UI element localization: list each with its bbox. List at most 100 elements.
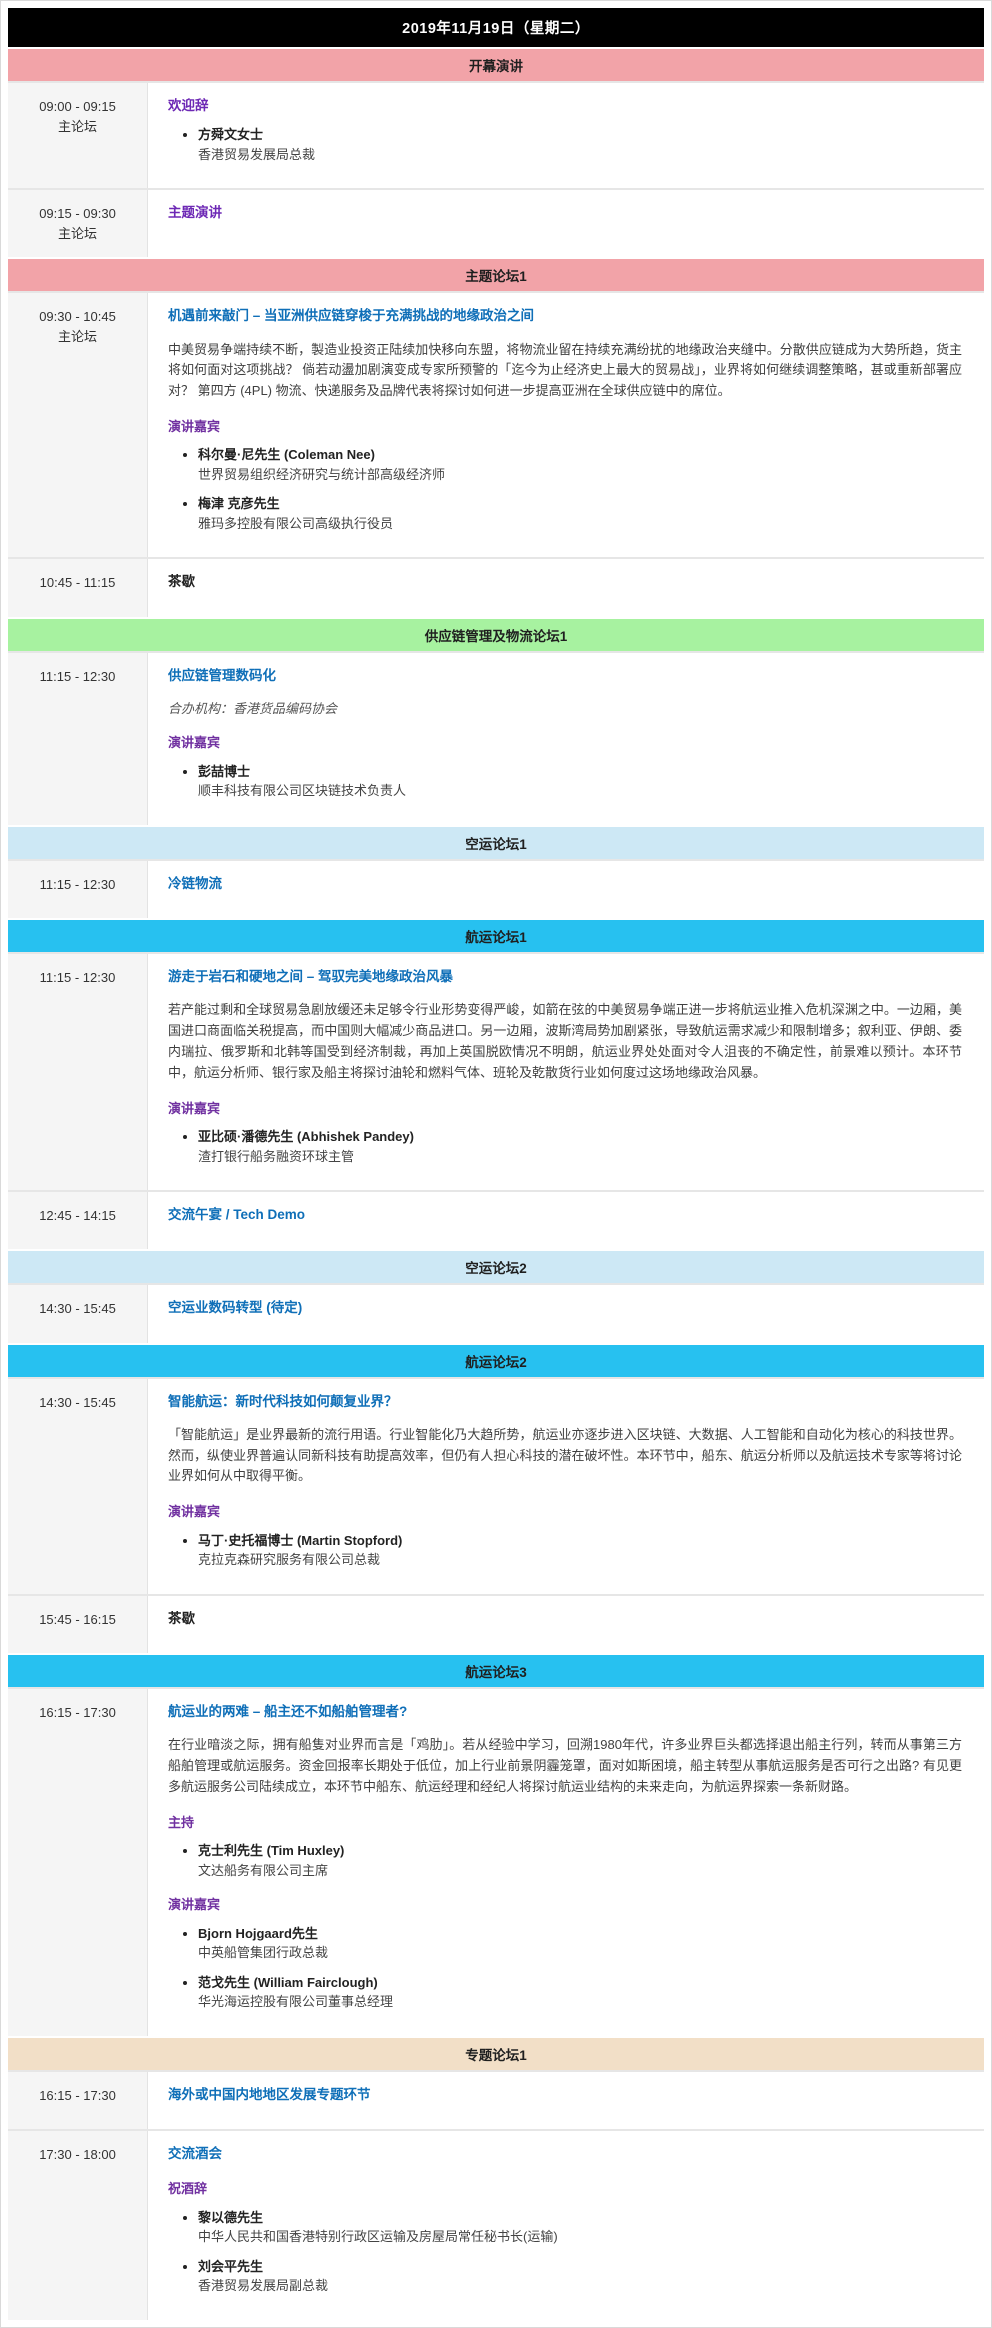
- session-row: 09:00 - 09:15主论坛欢迎辞方舜文女士香港贸易发展局总裁: [8, 81, 984, 188]
- speaker-role: 渣打银行船务融资环球主管: [198, 1147, 962, 1167]
- session-track: 主论坛: [12, 327, 143, 347]
- section-band: 供应链管理及物流论坛1: [8, 619, 984, 651]
- speaker-item: 马丁·史托福博士 (Martin Stopford)克拉克森研究服务有限公司总裁: [198, 1531, 962, 1570]
- time-cell: 16:15 - 17:30: [8, 2072, 148, 2129]
- session-time: 11:15 - 12:30: [12, 968, 143, 988]
- session-title-link[interactable]: 空运业数码转型 (待定): [168, 1298, 302, 1318]
- speaker-item: 梅津 克彦先生雅玛多控股有限公司高级执行役员: [198, 494, 962, 533]
- session-title-link[interactable]: 冷链物流: [168, 874, 222, 894]
- schedule-table: 开幕演讲09:00 - 09:15主论坛欢迎辞方舜文女士香港贸易发展局总裁09:…: [8, 49, 984, 2320]
- session-description: 若产能过剩和全球贸易急剧放缓还未足够令行业形势变得严峻，如箭在弦的中美贸易争端正…: [168, 1000, 962, 1083]
- speaker-item: Bjorn Hojgaard先生中英船管集团行政总裁: [198, 1924, 962, 1963]
- speaker-name: 黎以德先生: [198, 2208, 962, 2228]
- session-time: 14:30 - 15:45: [12, 1299, 143, 1319]
- session-content: 交流午宴 / Tech Demo: [148, 1192, 984, 1249]
- session-row: 16:15 - 17:30 海外或中国内地地区发展专题环节: [8, 2070, 984, 2129]
- session-content: 主题演讲: [148, 190, 984, 257]
- session-time: 16:15 - 17:30: [12, 2086, 143, 2106]
- speaker-role: 华光海运控股有限公司董事总经理: [198, 1992, 962, 2012]
- speaker-name: 克士利先生 (Tim Huxley): [198, 1841, 962, 1861]
- session-title: 茶歇: [168, 572, 962, 592]
- speaker-name: 梅津 克彦先生: [198, 494, 962, 514]
- time-cell: 15:45 - 16:15: [8, 1596, 148, 1653]
- session-time: 11:15 - 12:30: [12, 667, 143, 687]
- date-header: 2019年11月19日（星期二）: [8, 8, 984, 47]
- speaker-list: 方舜文女士香港贸易发展局总裁: [168, 125, 962, 164]
- session-row: 09:30 - 10:45主论坛机遇前来敲门 – 当亚洲供应链穿梭于充满挑战的地…: [8, 291, 984, 557]
- session-time: 11:15 - 12:30: [12, 875, 143, 895]
- time-cell: 09:30 - 10:45主论坛: [8, 293, 148, 557]
- session-title-link[interactable]: 航运业的两难 – 船主还不如船舶管理者?: [168, 1702, 407, 1722]
- session-title-link[interactable]: 交流酒会: [168, 2144, 222, 2164]
- session-row: 17:30 - 18:00交流酒会祝酒辞黎以德先生中华人民共和国香港特别行政区运…: [8, 2129, 984, 2320]
- speaker-list: 彭喆博士顺丰科技有限公司区块链技术负责人: [168, 762, 962, 801]
- speaker-name: 范戈先生 (William Fairclough): [198, 1973, 962, 1993]
- session-title-link[interactable]: 主题演讲: [168, 203, 222, 223]
- session-content: 机遇前来敲门 – 当亚洲供应链穿梭于充满挑战的地缘政治之间中美贸易争端持续不断，…: [148, 293, 984, 557]
- session-time: 09:00 - 09:15: [12, 97, 143, 117]
- speaker-role: 克拉克森研究服务有限公司总裁: [198, 1550, 962, 1570]
- section-band: 主题论坛1: [8, 259, 984, 291]
- speaker-list: 克士利先生 (Tim Huxley)文达船务有限公司主席: [168, 1841, 962, 1880]
- session-content: 空运业数码转型 (待定): [148, 1285, 984, 1342]
- time-cell: 16:15 - 17:30: [8, 1689, 148, 2036]
- session-title-link[interactable]: 机遇前来敲门 – 当亚洲供应链穿梭于充满挑战的地缘政治之间: [168, 306, 534, 326]
- speaker-list: 黎以德先生中华人民共和国香港特别行政区运输及房屋局常任秘书长(运输)刘会平先生香…: [168, 2208, 962, 2296]
- section-band: 航运论坛2: [8, 1345, 984, 1377]
- section-band: 空运论坛2: [8, 1251, 984, 1283]
- session-row: 14:30 - 15:45 空运业数码转型 (待定): [8, 1283, 984, 1342]
- co-organizer-line: 合办机构：香港货品编码协会: [168, 699, 962, 719]
- speaker-name: 刘会平先生: [198, 2257, 962, 2277]
- session-track: 主论坛: [12, 224, 143, 244]
- session-content: 海外或中国内地地区发展专题环节: [148, 2072, 984, 2129]
- time-cell: 11:15 - 12:30: [8, 954, 148, 1190]
- session-title-link[interactable]: 海外或中国内地地区发展专题环节: [168, 2085, 371, 2105]
- speaker-list: 科尔曼·尼先生 (Coleman Nee)世界贸易组织经济研究与统计部高级经济师…: [168, 445, 962, 533]
- speaker-role: 中英船管集团行政总裁: [198, 1943, 962, 1963]
- section-band: 专题论坛1: [8, 2038, 984, 2070]
- session-content: 茶歇: [148, 1596, 984, 1653]
- session-content: 智能航运：新时代科技如何颠复业界？ 「智能航运」是业界最新的流行用语。行业智能化乃…: [148, 1379, 984, 1594]
- session-row: 15:45 - 16:15 茶歇: [8, 1594, 984, 1653]
- speaker-name: 科尔曼·尼先生 (Coleman Nee): [198, 445, 962, 465]
- session-title-link[interactable]: 交流午宴 / Tech Demo: [168, 1205, 305, 1225]
- session-content: 交流酒会祝酒辞黎以德先生中华人民共和国香港特别行政区运输及房屋局常任秘书长(运输…: [148, 2131, 984, 2320]
- session-row: 16:15 - 17:30航运业的两难 – 船主还不如船舶管理者?在行业暗淡之际…: [8, 1687, 984, 2036]
- speaker-name: 方舜文女士: [198, 125, 962, 145]
- section-band: 航运论坛1: [8, 920, 984, 952]
- session-content: 供应链管理数码化合办机构：香港货品编码协会演讲嘉宾彭喆博士顺丰科技有限公司区块链…: [148, 653, 984, 825]
- session-content: 欢迎辞方舜文女士香港贸易发展局总裁: [148, 83, 984, 188]
- session-time: 16:15 - 17:30: [12, 1703, 143, 1723]
- speaker-group-heading: 演讲嘉宾: [168, 733, 962, 753]
- time-cell: 12:45 - 14:15: [8, 1192, 148, 1249]
- time-cell: 10:45 - 11:15: [8, 559, 148, 616]
- speaker-list: Bjorn Hojgaard先生中英船管集团行政总裁范戈先生 (William …: [168, 1924, 962, 2012]
- speaker-role: 顺丰科技有限公司区块链技术负责人: [198, 781, 962, 801]
- session-row: 11:15 - 12:30 游走于岩石和硬地之间 – 驾驭完美地缘政治风暴若产能过…: [8, 952, 984, 1190]
- session-title-link[interactable]: 供应链管理数码化: [168, 666, 276, 686]
- session-time: 15:45 - 16:15: [12, 1610, 143, 1630]
- session-description: 「智能航运」是业界最新的流行用语。行业智能化乃大趋所势，航运业亦逐步进入区块链、…: [168, 1425, 962, 1487]
- speaker-item: 方舜文女士香港贸易发展局总裁: [198, 125, 962, 164]
- speaker-item: 黎以德先生中华人民共和国香港特别行政区运输及房屋局常任秘书长(运输): [198, 2208, 962, 2247]
- speaker-item: 范戈先生 (William Fairclough)华光海运控股有限公司董事总经理: [198, 1973, 962, 2012]
- session-row: 14:30 - 15:45智能航运：新时代科技如何颠复业界？「智能航运」是业界最…: [8, 1377, 984, 1594]
- speaker-item: 克士利先生 (Tim Huxley)文达船务有限公司主席: [198, 1841, 962, 1880]
- session-time: 09:30 - 10:45: [12, 307, 143, 327]
- session-time: 12:45 - 14:15: [12, 1206, 143, 1226]
- speaker-list: 马丁·史托福博士 (Martin Stopford)克拉克森研究服务有限公司总裁: [168, 1531, 962, 1570]
- session-time: 09:15 - 09:30: [12, 204, 143, 224]
- speaker-group-heading: 演讲嘉宾: [168, 1502, 962, 1522]
- session-description: 中美贸易争端持续不断，製造业投资正陆续加快移向东盟，将物流业留在持续充满纷扰的地…: [168, 340, 962, 402]
- session-title-link[interactable]: 智能航运：新时代科技如何颠复业界？: [168, 1392, 398, 1412]
- speaker-name: 亚比硕·潘德先生 (Abhishek Pandey): [198, 1127, 962, 1147]
- session-title: 茶歇: [168, 1609, 962, 1629]
- section-band: 航运论坛3: [8, 1655, 984, 1687]
- time-cell: 14:30 - 15:45: [8, 1285, 148, 1342]
- session-row: 10:45 - 11:15 茶歇: [8, 557, 984, 616]
- session-title-link[interactable]: 游走于岩石和硬地之间 – 驾驭完美地缘政治风暴: [168, 967, 453, 987]
- session-time: 10:45 - 11:15: [12, 573, 143, 593]
- session-time: 17:30 - 18:00: [12, 2145, 143, 2165]
- session-title-link[interactable]: 欢迎辞: [168, 96, 209, 116]
- session-content: 茶歇: [148, 559, 984, 616]
